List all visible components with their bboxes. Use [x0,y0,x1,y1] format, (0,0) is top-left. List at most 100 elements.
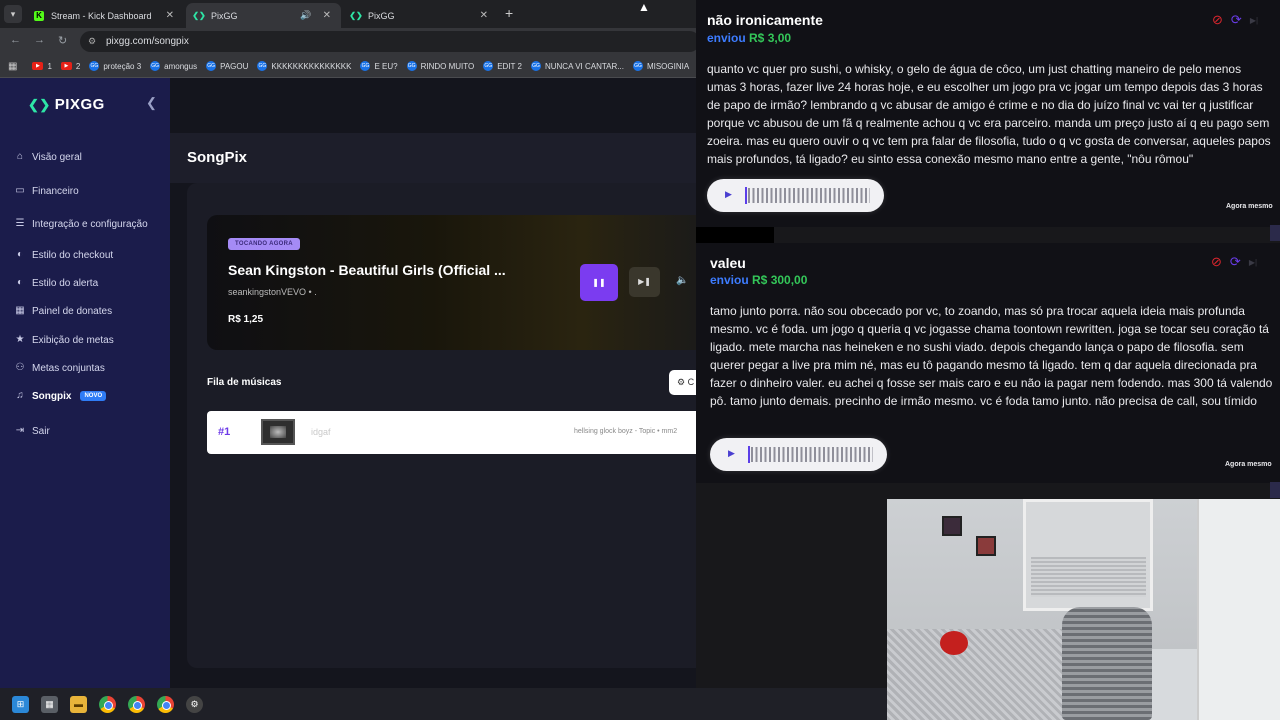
sidebar-item-songpix[interactable]: ♫ Songpix NOVO [14,390,107,402]
overlay-separator [696,227,774,243]
address-bar[interactable]: ⚙ pixgg.com/songpix [80,31,700,52]
skip-button[interactable]: ▶❚ [629,267,660,297]
tts-audio-player[interactable]: ▶ [710,438,887,471]
chrome-icon[interactable] [99,695,116,713]
volume-icon[interactable]: 🔈 [676,275,688,286]
webcam-feed [887,499,1280,720]
windows-start-icon[interactable]: ⊞ [12,695,29,713]
logo-text: PIXGG [54,96,105,113]
overlay-edge [1270,482,1280,498]
play-icon[interactable]: ▶ [728,448,735,459]
replay-icon[interactable]: ⟳ [1231,12,1242,28]
bookmark-label: proteção 3 [103,61,142,71]
palette-icon: ◐ [16,277,24,288]
settings-gear-icon[interactable]: ⚙ [186,695,203,713]
bookmark-item[interactable]: GG proteção 3 [89,61,141,71]
site-info-icon[interactable]: ⚙ [88,31,96,52]
sent-label: enviou [710,273,749,287]
queue-heading: Fila de músicas [207,377,282,388]
song-price: R$ 1,25 [228,314,264,325]
chrome-icon[interactable] [128,695,145,713]
sidebar-item-sair[interactable]: ⇥ Sair [14,425,50,437]
tab-pixgg[interactable]: ❮❯ PixGG ✕ [343,3,498,28]
alert-actions: ⊘ ⟳ ▶| [1212,12,1258,28]
play-icon[interactable]: ▶ [725,189,732,200]
forward-icon[interactable]: → [34,34,45,46]
replay-icon[interactable]: ⟳ [1230,254,1241,270]
taskbar: ⊞ ▦ ▬ ⚙ [0,688,887,720]
queue-song-artist: hellsing glock boyz - Topic • mm2 [574,428,678,435]
overlay-edge [1270,225,1280,241]
sidebar-item-exibicao-metas[interactable]: ★ Exibição de metas [14,334,114,346]
sidebar-item-painel-donates[interactable]: ▦ Painel de donates [14,305,112,317]
webcam-window [1023,499,1153,611]
tab-title: PixGG [368,10,395,21]
music-icon: ♫ [16,390,24,401]
pixgg-logo[interactable]: ❮❯ PIXGG [28,96,105,113]
bookmark-item[interactable]: GG E EU? [360,61,398,71]
sidebar-item-label: Exibição de metas [32,334,114,346]
sidebar-item-integracao[interactable]: ☰ Integração e configuração [14,218,148,230]
sidebar-item-metas-conjuntas[interactable]: ⚇ Metas conjuntas [14,362,105,374]
calculator-icon[interactable]: ▦ [41,695,58,713]
chrome-icon[interactable] [157,695,174,713]
sidebar-item-visao-geral[interactable]: ⌂ Visão geral [14,151,82,163]
bookmark-item[interactable]: GG RINDO MUITO [406,61,474,71]
alert-actions: ⊘ ⟳ ▶| [1211,254,1257,270]
sidebar-item-label: Visão geral [32,151,82,163]
close-icon[interactable]: ✕ [323,10,331,21]
pause-button[interactable]: ❚❚ [580,264,618,301]
webcam-chair [1062,607,1152,720]
bookmark-item[interactable]: ▶ 2 [60,61,81,71]
page-title: SongPix [187,149,248,166]
pixgg-logo-icon: ❮❯ [28,96,51,112]
bookmark-label: 2 [75,61,81,71]
grid-icon: ▦ [15,305,25,316]
list-icon: ☰ [15,218,25,229]
webcam-plush-toy [940,631,968,655]
sidebar-item-estilo-checkout[interactable]: ◐ Estilo do checkout [14,249,113,261]
skip-icon[interactable]: ▶| [1250,16,1258,25]
new-tab-button[interactable]: + [505,5,513,21]
pixgg-icon: ❮❯ [192,11,206,20]
new-badge: NOVO [80,391,107,401]
bookmark-item[interactable]: GG amongus [150,61,197,71]
close-icon[interactable]: ✕ [166,10,174,21]
tts-audio-player[interactable]: ▶ [707,179,884,212]
sidebar-item-estilo-alerta[interactable]: ◐ Estilo do alerta [14,277,98,289]
back-icon[interactable]: ← [10,34,21,46]
bookmark-item[interactable]: GG KKKKKKKKKKKKKKK [257,61,351,71]
reload-icon[interactable]: ↻ [58,34,67,47]
wallet-icon: ▭ [15,185,25,196]
bookmark-item[interactable]: GG MISOGINIA [632,61,689,71]
folder-icon[interactable]: ▬ [70,695,87,713]
bookmark-item[interactable]: GG EDIT 2 [483,61,522,71]
sidebar-item-label: Integração e configuração [32,218,148,230]
sidebar-item-financeiro[interactable]: ▭ Financeiro [14,185,78,197]
tab-search-button[interactable]: ▾ [4,5,22,23]
skip-icon[interactable]: ▶| [1249,258,1257,267]
pause-icon: ❚❚ [592,278,606,287]
sent-label: enviou [707,31,746,45]
bookmark-item[interactable]: GG PAGOU [206,61,248,71]
tab-title: PixGG [211,10,238,21]
queue-row[interactable]: #1 idgaf hellsing glock boyz - Topic • m… [207,411,707,454]
speaker-icon[interactable]: 🔊 [300,10,311,21]
tab-kick-dashboard[interactable]: K Stream - Kick Dashboard ✕ [26,3,184,28]
sidebar-item-label: Estilo do checkout [32,249,114,261]
collapse-sidebar-icon[interactable]: ❮ [146,95,157,111]
close-icon[interactable]: ✕ [480,10,488,21]
sidebar: ❮❯ PIXGG ❮ ⌂ Visão geral ▭ Financeiro ☰ Int… [0,78,170,688]
block-icon[interactable]: ⊘ [1211,254,1222,270]
block-icon[interactable]: ⊘ [1212,12,1223,28]
bookmark-label: 1 [47,61,52,71]
bookmark-item[interactable]: ▶ 1 [32,61,52,71]
tab-pixgg-active[interactable]: ❮❯ PixGG 🔊 ✕ [186,3,341,28]
apps-icon[interactable]: ▦ [8,61,17,72]
webcam-picture-frame [942,516,962,536]
bookmark-item[interactable]: GG NUNCA VI CANTAR... [530,61,624,71]
bookmark-label: NUNCA VI CANTAR... [544,61,624,71]
donor-name: não ironicamente [707,12,823,28]
browser-toolbar: ← → ↻ ⚙ pixgg.com/songpix [0,28,700,55]
bookmark-label: E EU? [374,61,398,71]
